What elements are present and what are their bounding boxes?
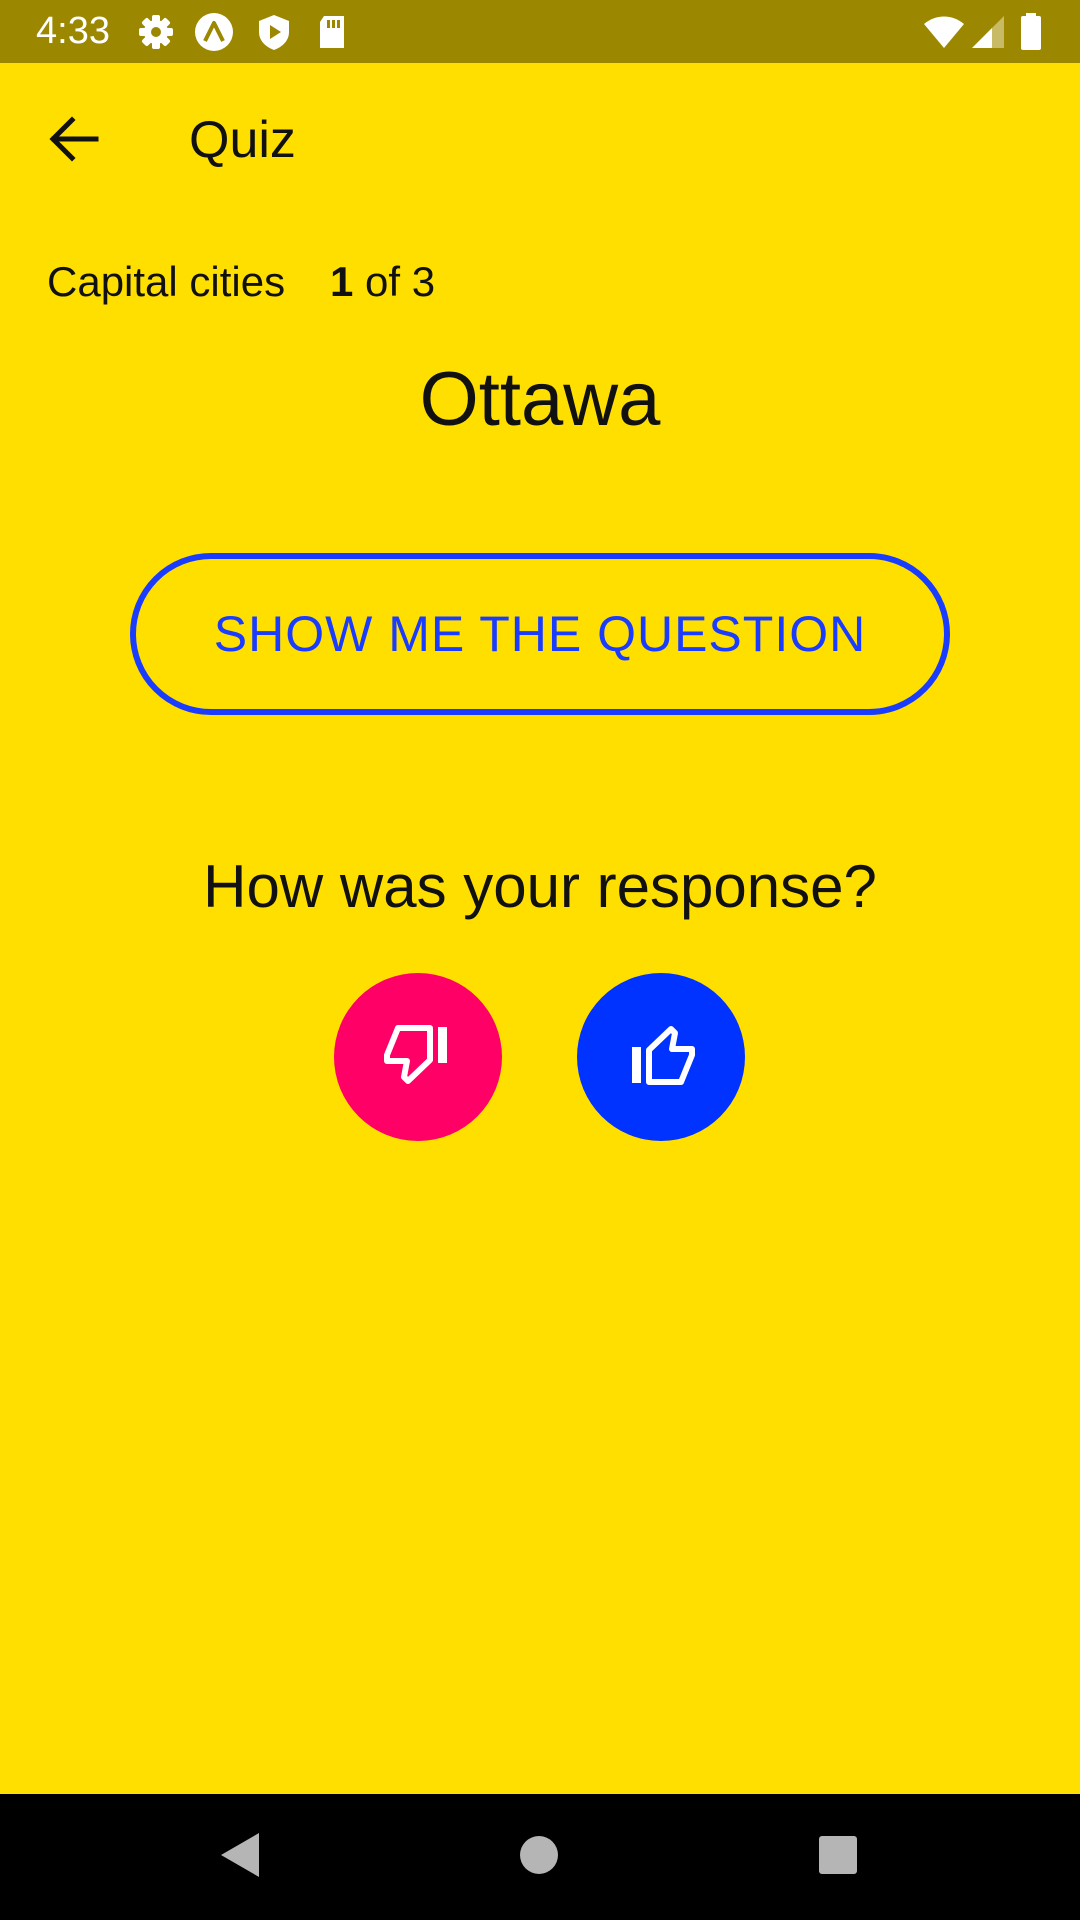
battery-icon <box>1018 12 1044 52</box>
progress-total: of 3 <box>365 258 436 305</box>
show-question-label: SHOW ME THE QUESTION <box>213 606 867 662</box>
app-bar: Quiz <box>0 63 1080 210</box>
home-circle-icon <box>517 1833 561 1882</box>
navigation-bar <box>0 1794 1080 1920</box>
back-triangle-icon <box>215 1829 263 1886</box>
status-bar: 4:33 <box>0 0 1080 63</box>
thumbs-down-button[interactable] <box>334 973 502 1141</box>
deck-name: Capital cities <box>47 258 286 305</box>
arrow-back-icon <box>48 113 100 170</box>
show-question-button[interactable]: SHOW ME THE QUESTION <box>130 553 950 715</box>
back-button[interactable] <box>34 101 114 181</box>
answer-text: Ottawa <box>419 357 661 442</box>
quiz-screen: 4:33 Quiz Capital cities 1 of 3 Ottawa S… <box>0 0 1080 1920</box>
status-time: 4:33 <box>36 10 110 52</box>
response-prompt: How was your response? <box>203 853 877 920</box>
nav-back-button[interactable] <box>204 1822 274 1892</box>
sd-card-icon <box>312 12 352 52</box>
nav-recents-button[interactable] <box>803 1822 873 1892</box>
settings-icon <box>136 12 176 52</box>
progress-current: 1 <box>330 258 354 305</box>
nav-home-button[interactable] <box>504 1822 574 1892</box>
thumbs-down-icon <box>380 1023 456 1092</box>
page-title: Quiz <box>189 111 296 169</box>
recents-square-icon <box>816 1833 860 1882</box>
app-logo-icon <box>194 12 234 52</box>
thumbs-up-button[interactable] <box>577 973 745 1141</box>
quiz-progress: 1 of 3 <box>330 256 435 308</box>
signal-icon <box>970 12 1010 52</box>
shield-icon <box>254 12 294 52</box>
wifi-icon <box>922 12 966 52</box>
thumbs-up-icon <box>623 1023 699 1092</box>
